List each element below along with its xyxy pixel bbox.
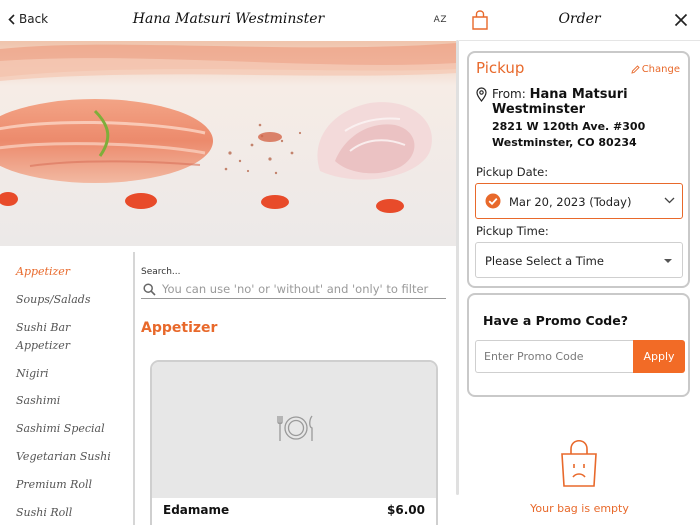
search-bar <box>141 280 446 299</box>
menu-item-card[interactable]: Edamame $6.00 <box>150 360 438 525</box>
close-icon[interactable] <box>674 13 688 27</box>
chevron-down-icon <box>664 197 675 204</box>
category-sushi-roll[interactable]: Sushi Roll <box>16 504 126 522</box>
pickup-date-label: Pickup Date: <box>476 165 549 179</box>
pickup-time-label: Pickup Time: <box>476 224 549 238</box>
pickup-from: From: Hana Matsuri Westminster <box>492 87 687 117</box>
category-soups-salads[interactable]: Soups/Salads <box>16 291 126 309</box>
empty-bag-icon <box>561 439 597 487</box>
restaurant-title: Hana Matsuri Westminster <box>132 11 325 27</box>
sort-az-button[interactable]: AZ <box>434 15 447 25</box>
address-line-1: 2821 W 120th Ave. #300 <box>492 120 646 133</box>
location-pin-icon <box>476 87 487 102</box>
change-pickup-link[interactable]: Change <box>631 64 680 75</box>
address-line-2: Westminster, CO 80234 <box>492 136 637 149</box>
search-label: Search... <box>141 267 181 277</box>
category-sashimi-special[interactable]: Sashimi Special <box>16 420 126 438</box>
check-circle-icon <box>485 193 501 209</box>
order-panel: Order Pickup Change From: Hana Matsuri W… <box>459 0 700 525</box>
promo-title: Have a Promo Code? <box>483 313 628 328</box>
pickup-date-value: Mar 20, 2023 (Today) <box>509 195 632 209</box>
change-label: Change <box>641 64 680 75</box>
pickup-time-select[interactable]: Please Select a Time <box>475 242 683 278</box>
category-nigiri[interactable]: Nigiri <box>16 365 126 383</box>
item-image-placeholder <box>152 362 436 498</box>
category-vegetarian-sushi[interactable]: Vegetarian Sushi <box>16 448 126 466</box>
category-sushi-bar-appetizer[interactable]: Sushi Bar Appetizer <box>16 319 126 355</box>
category-appetizer[interactable]: Appetizer <box>16 263 126 281</box>
hero-image <box>0 41 457 246</box>
promo-card: Have a Promo Code? Apply <box>467 293 690 397</box>
search-input[interactable] <box>162 282 437 296</box>
promo-code-input[interactable] <box>475 340 633 373</box>
search-icon <box>143 282 156 296</box>
item-name: Edamame <box>163 503 230 517</box>
empty-bag-message: Your bag is empty <box>530 502 629 515</box>
category-premium-roll[interactable]: Premium Roll <box>16 476 126 494</box>
pickup-time-value: Please Select a Time <box>485 254 604 268</box>
order-header: Order <box>459 0 700 41</box>
menu-pane: Back Hana Matsuri Westminster AZ Appetiz… <box>0 0 457 525</box>
section-title: Appetizer <box>141 320 218 336</box>
pickup-date-select[interactable]: Mar 20, 2023 (Today) <box>475 183 683 219</box>
pencil-icon <box>631 65 640 74</box>
from-prefix: From: <box>492 87 526 101</box>
caret-down-icon <box>664 259 672 263</box>
top-bar: Back Hana Matsuri Westminster AZ <box>0 0 457 41</box>
category-sashimi[interactable]: Sashimi <box>16 392 126 410</box>
apply-promo-button[interactable]: Apply <box>633 340 685 373</box>
plate-cutlery-icon <box>277 415 313 441</box>
order-title: Order <box>558 11 601 27</box>
item-price: $6.00 <box>387 503 425 517</box>
pickup-title: Pickup <box>476 59 525 77</box>
category-divider <box>133 252 135 525</box>
pickup-card: Pickup Change From: Hana Matsuri Westmin… <box>467 51 690 288</box>
category-nav: Appetizer Soups/Salads Sushi Bar Appetiz… <box>0 255 134 525</box>
